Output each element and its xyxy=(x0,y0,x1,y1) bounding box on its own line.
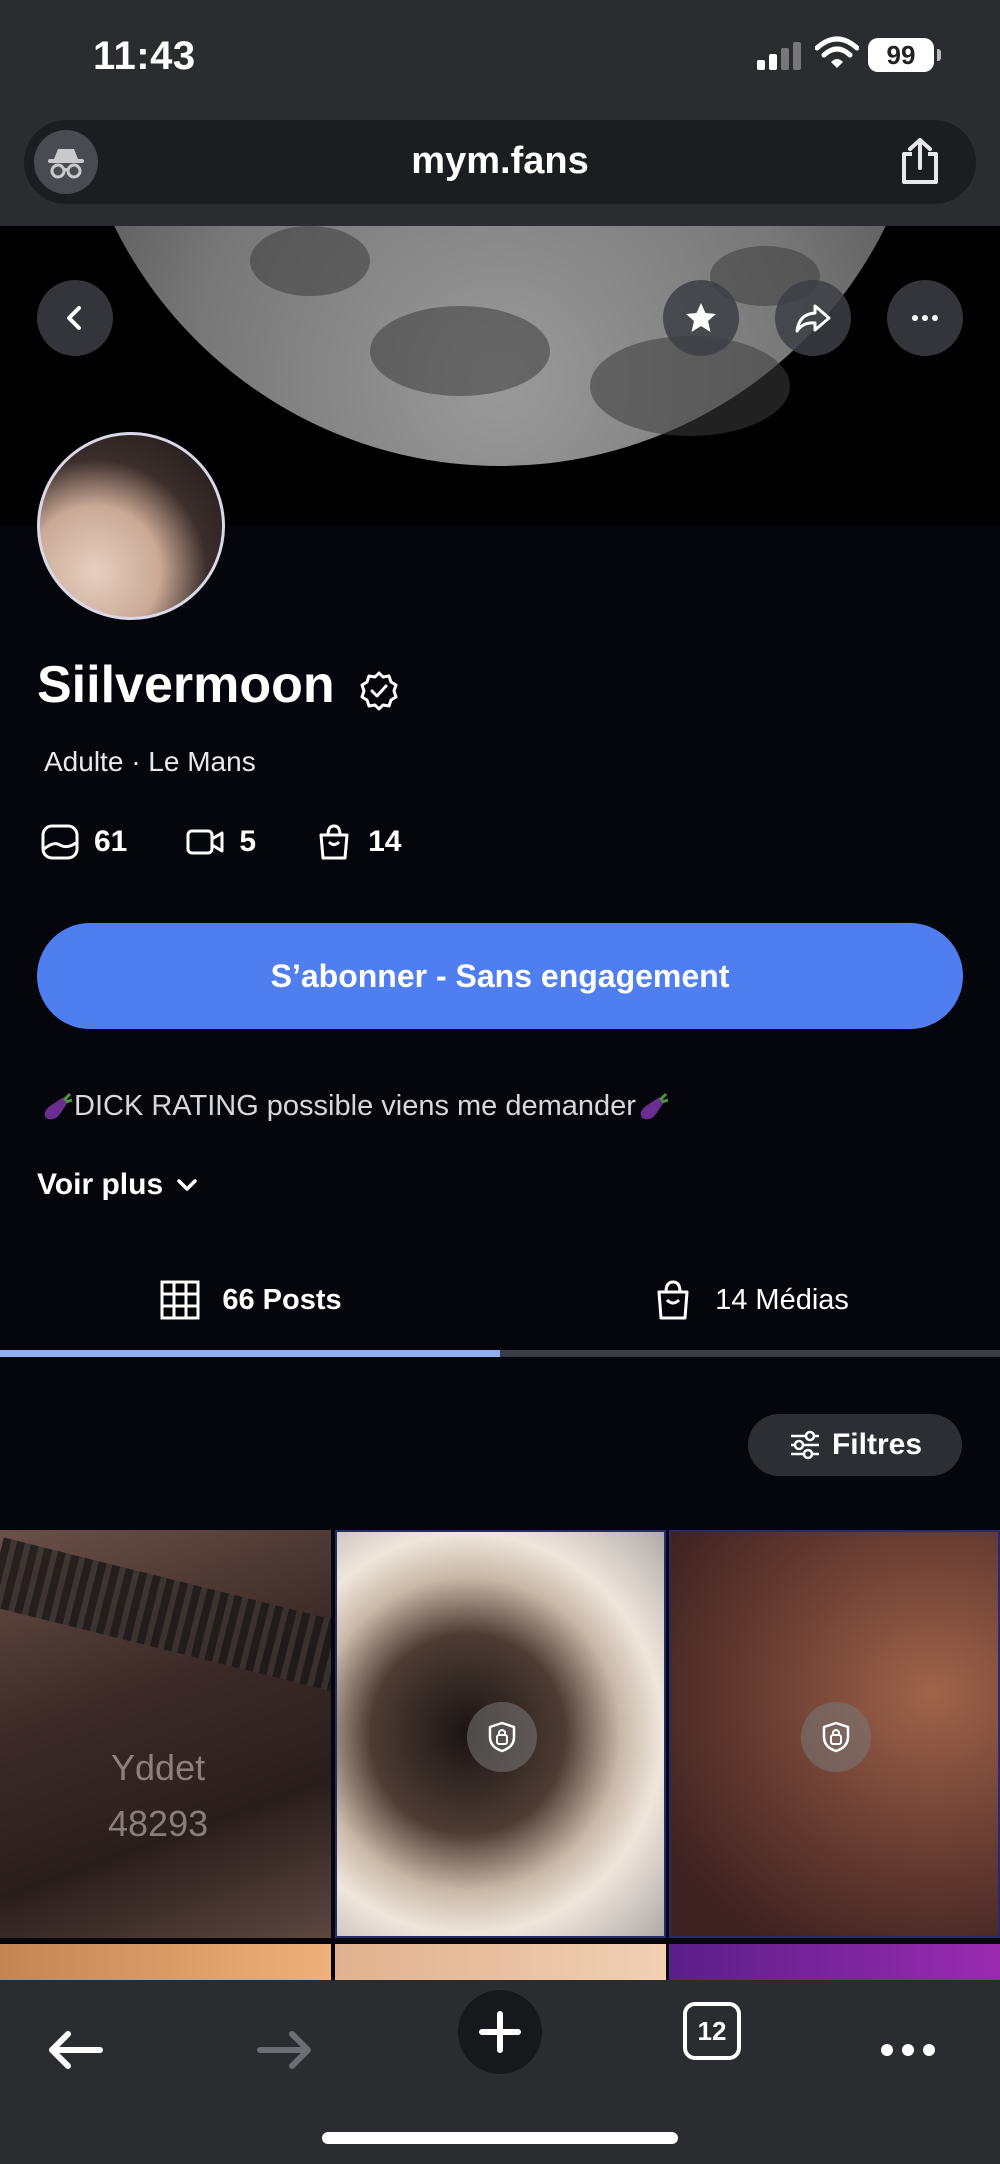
meta-separator: · xyxy=(131,746,141,777)
media-tile[interactable] xyxy=(0,1944,331,1980)
arrow-left-icon xyxy=(49,2031,103,2069)
share-profile-button[interactable] xyxy=(775,280,851,356)
verified-badge-icon xyxy=(360,671,398,711)
watermark-line-1: Yddet xyxy=(111,1747,206,1788)
ellipsis-icon xyxy=(912,315,938,321)
more-options-button[interactable] xyxy=(887,280,963,356)
sliders-icon xyxy=(790,1430,819,1460)
media-grid: Yddet 48293 xyxy=(0,1530,1000,1980)
tab-medias-label: 14 Médias xyxy=(715,1283,849,1316)
ellipsis-icon xyxy=(881,2044,935,2056)
stat-photos-count: 61 xyxy=(94,825,128,858)
status-time: 11:43 xyxy=(93,34,196,78)
filters-button[interactable]: Filtres xyxy=(748,1414,962,1476)
media-tile-locked[interactable] xyxy=(669,1530,1000,1938)
favorite-button[interactable] xyxy=(663,280,739,356)
media-tile[interactable] xyxy=(669,1944,1000,1980)
lock-icon xyxy=(822,1721,850,1753)
shopping-bag-icon xyxy=(657,1280,689,1320)
profile-name: Siilvermoon xyxy=(37,656,335,714)
wifi-icon xyxy=(815,36,859,68)
eggplant-emoji-icon xyxy=(44,1092,73,1119)
share-arrow-icon xyxy=(795,304,831,333)
share-icon[interactable] xyxy=(894,136,946,188)
eggplant-emoji-icon xyxy=(640,1092,669,1119)
subscribe-button[interactable]: S’abonner - Sans engagement xyxy=(37,923,963,1029)
cellular-signal-icon xyxy=(757,42,801,70)
see-more-button[interactable]: Voir plus xyxy=(37,1168,201,1202)
bio-text: DICK RATING possible viens me demander xyxy=(74,1090,636,1122)
browser-menu-button[interactable] xyxy=(868,2010,948,2090)
tab-indicator-track xyxy=(0,1350,1000,1357)
tab-posts-label: 66 Posts xyxy=(222,1283,342,1316)
shopping-bag-icon xyxy=(319,824,349,860)
stat-photos: 61 xyxy=(40,822,127,862)
filters-label: Filtres xyxy=(831,1428,923,1461)
stat-videos: 5 xyxy=(185,822,256,862)
star-icon xyxy=(686,303,716,332)
profile-bio: DICK RATING possible viens me demander xyxy=(40,1090,670,1123)
stat-medias: 14 xyxy=(314,822,401,862)
chevron-down-icon xyxy=(177,1179,197,1191)
plus-icon xyxy=(479,2011,521,2053)
profile-location: Le Mans xyxy=(148,746,256,777)
content-tabs: 66 Posts 14 Médias xyxy=(0,1250,1000,1360)
lock-icon xyxy=(488,1721,516,1753)
profile-stats: 61 5 14 xyxy=(40,820,459,864)
arrow-right-icon xyxy=(257,2031,311,2069)
profile-meta: Adulte · Le Mans xyxy=(44,746,256,778)
browser-address-bar: mym.fans xyxy=(0,100,1000,226)
image-watermark: Yddet 48293 xyxy=(108,1740,208,1852)
tab-medias[interactable]: 14 Médias xyxy=(500,1250,1000,1350)
new-tab-button[interactable] xyxy=(458,1990,542,2074)
grid-icon xyxy=(160,1280,200,1320)
url-text: mym.fans xyxy=(411,140,589,182)
tab-active-indicator xyxy=(0,1350,500,1357)
media-tile-locked[interactable] xyxy=(335,1530,666,1938)
media-tile[interactable] xyxy=(335,1944,666,1980)
lace-pattern xyxy=(0,1537,331,1693)
video-camera-icon xyxy=(186,829,224,855)
watermark-line-2: 48293 xyxy=(108,1803,209,1844)
browser-back-button[interactable] xyxy=(34,2010,114,2090)
url-field[interactable]: mym.fans xyxy=(24,120,976,204)
profile-avatar[interactable] xyxy=(37,432,225,620)
bio-fade-overlay xyxy=(0,1132,1000,1162)
back-button[interactable] xyxy=(37,280,113,356)
stat-medias-count: 14 xyxy=(368,825,402,858)
profile-category: Adulte xyxy=(44,746,124,777)
battery-indicator: 99 xyxy=(868,38,941,72)
browser-forward-button[interactable] xyxy=(246,2010,326,2090)
tab-switcher-button[interactable]: 12 xyxy=(683,2002,741,2060)
home-indicator xyxy=(322,2132,678,2144)
stat-videos-count: 5 xyxy=(239,825,257,858)
chevron-left-icon xyxy=(67,306,81,330)
lock-badge xyxy=(801,1702,871,1772)
photo-icon xyxy=(41,824,79,860)
media-tile[interactable]: Yddet 48293 xyxy=(0,1530,331,1938)
see-more-label: Voir plus xyxy=(37,1168,164,1201)
tab-posts[interactable]: 66 Posts xyxy=(0,1250,500,1350)
lock-badge xyxy=(467,1702,537,1772)
